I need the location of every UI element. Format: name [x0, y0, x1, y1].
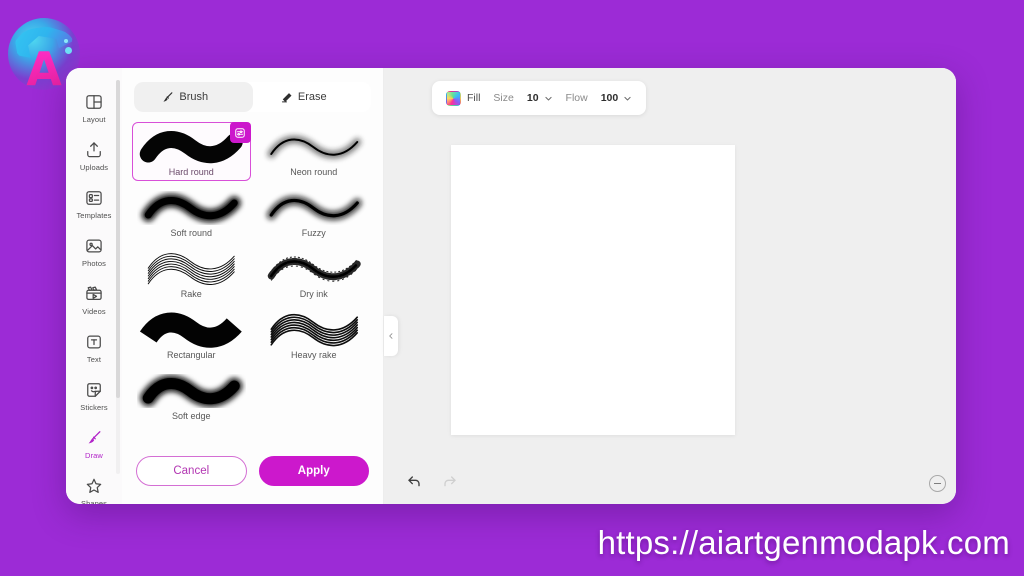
tab-brush-label: Brush	[179, 91, 209, 103]
sidebar-item-label: Draw	[85, 451, 103, 460]
sidebar-item-label: Photos	[82, 259, 106, 268]
tab-erase-label: Erase	[297, 91, 327, 103]
sidebar-item-text[interactable]: Text	[66, 324, 122, 372]
sidebar-item-label: Uploads	[79, 163, 109, 172]
brush-option[interactable]: Neon round	[255, 122, 374, 181]
sidebar-item-label: Shapes	[80, 499, 108, 504]
tab-erase[interactable]: Erase	[253, 82, 372, 112]
sidebar-item-layout[interactable]: Layout	[66, 84, 122, 132]
zoom-out-button[interactable]	[929, 475, 946, 492]
sidebar-item-photos[interactable]: Photos	[66, 228, 122, 276]
brush-option[interactable]: Rake	[132, 244, 251, 303]
chevron-left-icon	[389, 333, 393, 339]
sidebar-rail: Layout Uploads Templates Photos Videos Text St…	[66, 68, 122, 504]
sidebar-item-draw[interactable]: Draw	[66, 420, 122, 468]
brush-option-label: Rake	[180, 289, 202, 299]
zoom-out-icon	[934, 483, 941, 484]
sidebar-item-label: Stickers	[80, 403, 108, 412]
sidebar-item-label: Templates	[76, 211, 112, 220]
draw-toolbar: Fill Size 10 Flow 100	[432, 81, 647, 115]
sidebar-item-uploads[interactable]: Uploads	[66, 132, 122, 180]
logo-dot-small	[63, 38, 68, 43]
star-icon	[84, 476, 104, 496]
stickers-icon	[84, 380, 104, 400]
panel-actions: Cancel Apply	[122, 456, 383, 504]
size-label: Size	[493, 92, 514, 104]
brush-option-label: Heavy rake	[290, 350, 337, 360]
sidebar-item-templates[interactable]: Templates	[66, 180, 122, 228]
app-window: Layout Uploads Templates Photos Videos Text St…	[66, 68, 956, 504]
sidebar-scrollbar[interactable]	[116, 80, 120, 474]
chevron-down-icon	[624, 96, 631, 100]
sidebar-item-shapes[interactable]: Shapes	[66, 468, 122, 504]
cancel-button[interactable]: Cancel	[136, 456, 247, 486]
redo-button[interactable]	[438, 470, 460, 492]
sidebar-item-label: Text	[86, 355, 102, 364]
undo-button[interactable]	[404, 470, 426, 492]
workspace: Fill Size 10 Flow 100	[384, 68, 956, 504]
upload-icon	[84, 140, 104, 160]
brush-option-label: Neon round	[290, 167, 338, 177]
watermark-url: https://aiartgenmodapk.com	[597, 524, 1010, 561]
brush-panel: Brush Erase Hard round Neon round Soft rou…	[122, 68, 384, 504]
apply-button[interactable]: Apply	[258, 456, 369, 486]
panel-collapse-handle[interactable]	[384, 316, 398, 356]
brush-settings-icon[interactable]	[229, 122, 251, 143]
fill-control[interactable]: Fill	[446, 90, 481, 106]
brush-option-label: Soft round	[170, 228, 213, 238]
brush-option[interactable]: Soft edge	[132, 366, 251, 425]
sidebar-item-stickers[interactable]: Stickers	[66, 372, 122, 420]
videos-icon	[84, 284, 104, 304]
brush-option-label: Dry ink	[299, 289, 328, 299]
size-dropdown[interactable]: 10	[527, 92, 553, 104]
color-swatch-icon[interactable]	[446, 90, 461, 106]
brush-option[interactable]: Rectangular	[132, 305, 251, 364]
sidebar-item-label: Layout	[82, 115, 106, 124]
chevron-down-icon	[544, 96, 552, 100]
templates-icon	[84, 188, 104, 208]
flow-label: Flow	[565, 92, 588, 104]
sidebar-item-videos[interactable]: Videos	[66, 276, 122, 324]
fill-label: Fill	[467, 92, 481, 104]
brush-erase-tabs: Brush Erase	[134, 82, 371, 112]
layout-icon	[84, 92, 104, 112]
brush-option[interactable]: Dry ink	[255, 244, 374, 303]
brush-option-label: Fuzzy	[301, 228, 326, 238]
redo-icon	[444, 476, 456, 487]
size-value: 10	[526, 92, 539, 104]
photos-icon	[84, 236, 104, 256]
flow-dropdown[interactable]: 100	[601, 92, 633, 104]
brush-option-label: Rectangular	[166, 350, 216, 360]
eraser-icon	[279, 90, 294, 105]
flow-value: 100	[600, 92, 619, 104]
text-icon	[84, 332, 104, 352]
drawing-canvas[interactable]	[451, 145, 735, 435]
brush-option[interactable]: Fuzzy	[255, 183, 374, 242]
brush-option[interactable]: Heavy rake	[255, 305, 374, 364]
brush-option[interactable]: Soft round	[132, 183, 251, 242]
brush-option[interactable]: Hard round	[132, 122, 251, 181]
sidebar-item-label: Videos	[82, 307, 106, 316]
brush-option-label: Hard round	[168, 167, 214, 177]
brush-grid: Hard round Neon round Soft round Fuzzy Rake D…	[122, 112, 383, 425]
brush-icon	[84, 428, 104, 448]
undo-icon	[408, 476, 420, 487]
tab-brush[interactable]: Brush	[134, 82, 253, 112]
history-controls	[404, 470, 460, 492]
paintbrush-icon	[160, 90, 175, 105]
brush-option-label: Soft edge	[171, 411, 211, 421]
